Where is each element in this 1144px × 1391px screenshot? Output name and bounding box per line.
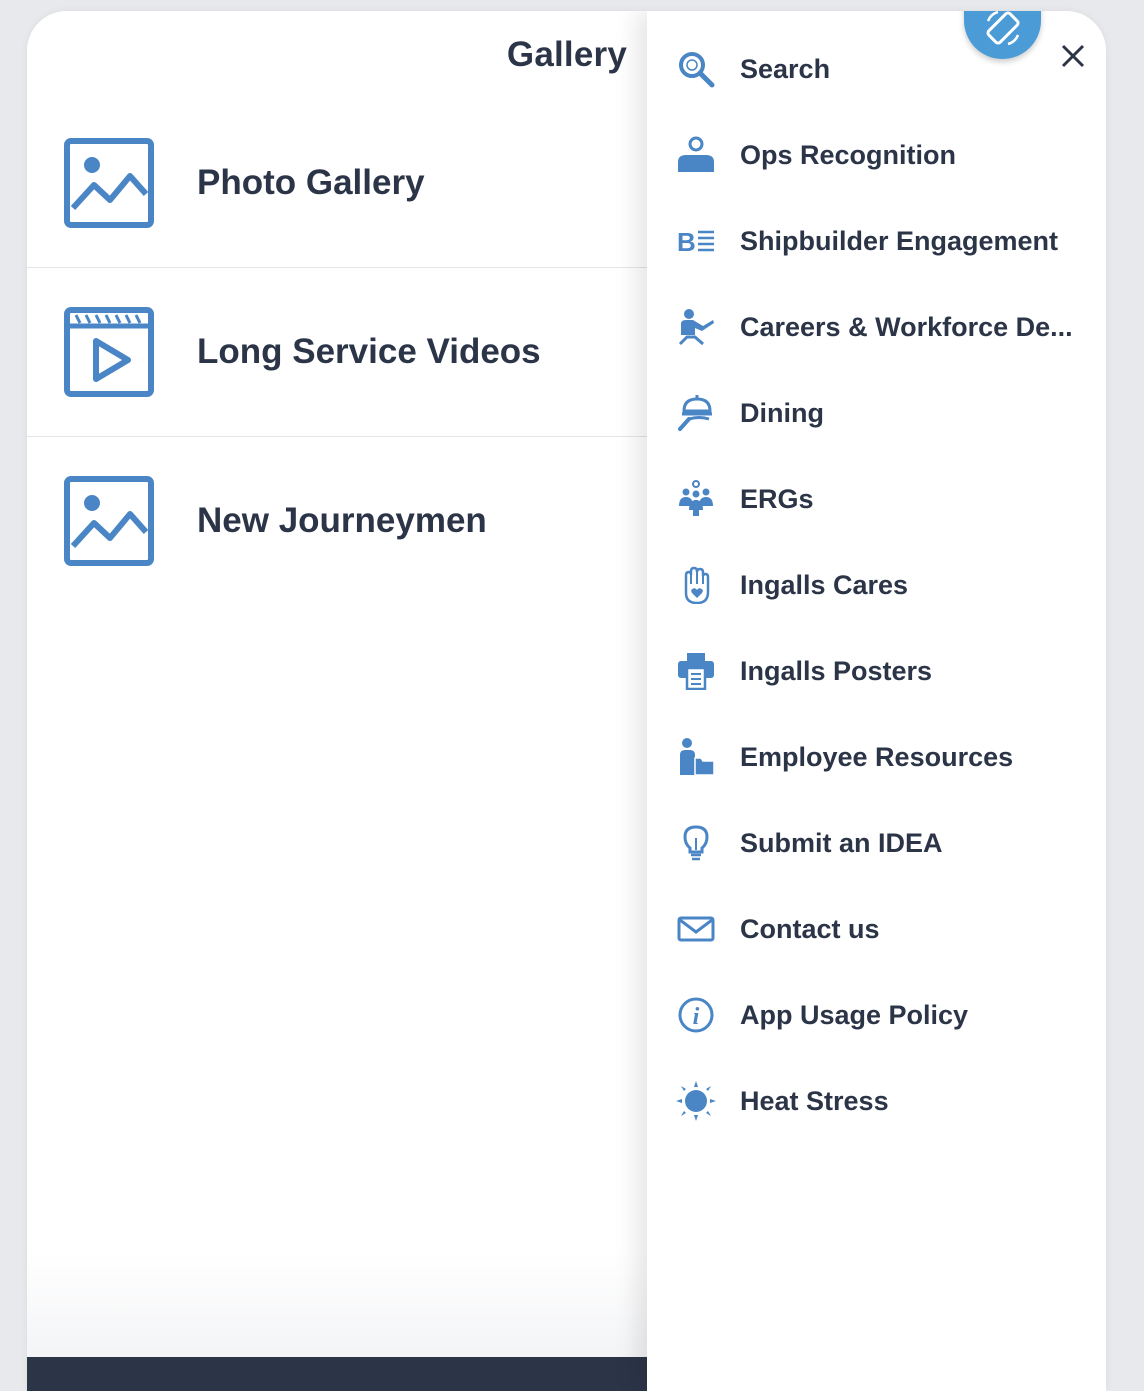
- bottom-bar: [27, 1357, 647, 1391]
- sun-icon: [676, 1081, 716, 1121]
- dining-icon: [676, 393, 716, 433]
- gallery-list: Photo Gallery Long Service Videos New Jo…: [27, 99, 647, 605]
- menu-item-ingalls-posters[interactable]: Ingalls Posters: [647, 628, 1106, 714]
- menu-item-label: Ingalls Posters: [740, 655, 933, 686]
- menu-item-ergs[interactable]: ERGs: [647, 456, 1106, 542]
- menu-item-ingalls-cares[interactable]: Ingalls Cares: [647, 542, 1106, 628]
- menu-item-label: Dining: [740, 397, 824, 428]
- menu-item-heat-stress[interactable]: Heat Stress: [647, 1058, 1106, 1144]
- gallery-item-photo-gallery[interactable]: Photo Gallery: [27, 99, 647, 268]
- menu-item-contact-us[interactable]: Contact us: [647, 886, 1106, 972]
- menu-item-submit-idea[interactable]: Submit an IDEA: [647, 800, 1106, 886]
- lightbulb-icon: [676, 823, 716, 863]
- menu-item-app-usage-policy[interactable]: i App Usage Policy: [647, 972, 1106, 1058]
- gallery-page: Gallery Photo Gallery Long Service Video…: [27, 11, 647, 1391]
- menu-item-label: Search: [740, 53, 831, 84]
- menu-item-label: Shipbuilder Engagement: [740, 225, 1059, 256]
- gallery-item-new-journeymen[interactable]: New Journeymen: [27, 437, 647, 605]
- menu-item-employee-resources[interactable]: Employee Resources: [647, 714, 1106, 800]
- be-list-icon: B: [676, 221, 716, 261]
- navigation-drawer: Search Ops Recognition B Shipbuilder Eng…: [647, 11, 1106, 1391]
- info-icon: i: [676, 995, 716, 1035]
- video-icon: [64, 307, 154, 397]
- menu-item-careers-workforce[interactable]: Careers & Workforce De...: [647, 284, 1106, 370]
- drawer-menu: Search Ops Recognition B Shipbuilder Eng…: [647, 26, 1106, 1144]
- person-icon: [676, 135, 716, 175]
- presenter-icon: [676, 307, 716, 347]
- menu-item-dining[interactable]: Dining: [647, 370, 1106, 456]
- image-icon: [64, 476, 154, 566]
- menu-item-label: Heat Stress: [740, 1085, 889, 1116]
- app-window: Gallery Photo Gallery Long Service Video…: [27, 11, 1106, 1391]
- menu-item-label: Submit an IDEA: [740, 827, 943, 858]
- gallery-item-label: Long Service Videos: [197, 332, 541, 371]
- group-icon: [676, 479, 716, 519]
- person-folder-icon: [676, 737, 716, 777]
- menu-item-search[interactable]: Search: [647, 26, 1106, 112]
- gallery-item-label: New Journeymen: [197, 501, 487, 540]
- menu-item-ops-recognition[interactable]: Ops Recognition: [647, 112, 1106, 198]
- search-icon: [676, 49, 716, 89]
- gallery-item-label: Photo Gallery: [197, 163, 425, 202]
- bottom-fade: [27, 1251, 647, 1361]
- menu-item-label: ERGs: [740, 483, 814, 514]
- menu-item-label: Ops Recognition: [740, 139, 956, 170]
- envelope-icon: [676, 909, 716, 949]
- svg-text:i: i: [693, 1004, 700, 1030]
- menu-item-label: App Usage Policy: [740, 999, 969, 1030]
- menu-item-label: Contact us: [740, 913, 880, 944]
- menu-item-label: Employee Resources: [740, 741, 1014, 772]
- gallery-item-long-service-videos[interactable]: Long Service Videos: [27, 268, 647, 437]
- svg-text:B: B: [677, 227, 696, 257]
- menu-item-label: Careers & Workforce De...: [740, 311, 1073, 342]
- menu-item-shipbuilder-engagement[interactable]: B Shipbuilder Engagement: [647, 198, 1106, 284]
- page-title: Gallery: [506, 35, 627, 74]
- menu-item-label: Ingalls Cares: [740, 569, 909, 600]
- image-icon: [64, 138, 154, 228]
- hand-heart-icon: [676, 565, 716, 605]
- printer-icon: [676, 651, 716, 691]
